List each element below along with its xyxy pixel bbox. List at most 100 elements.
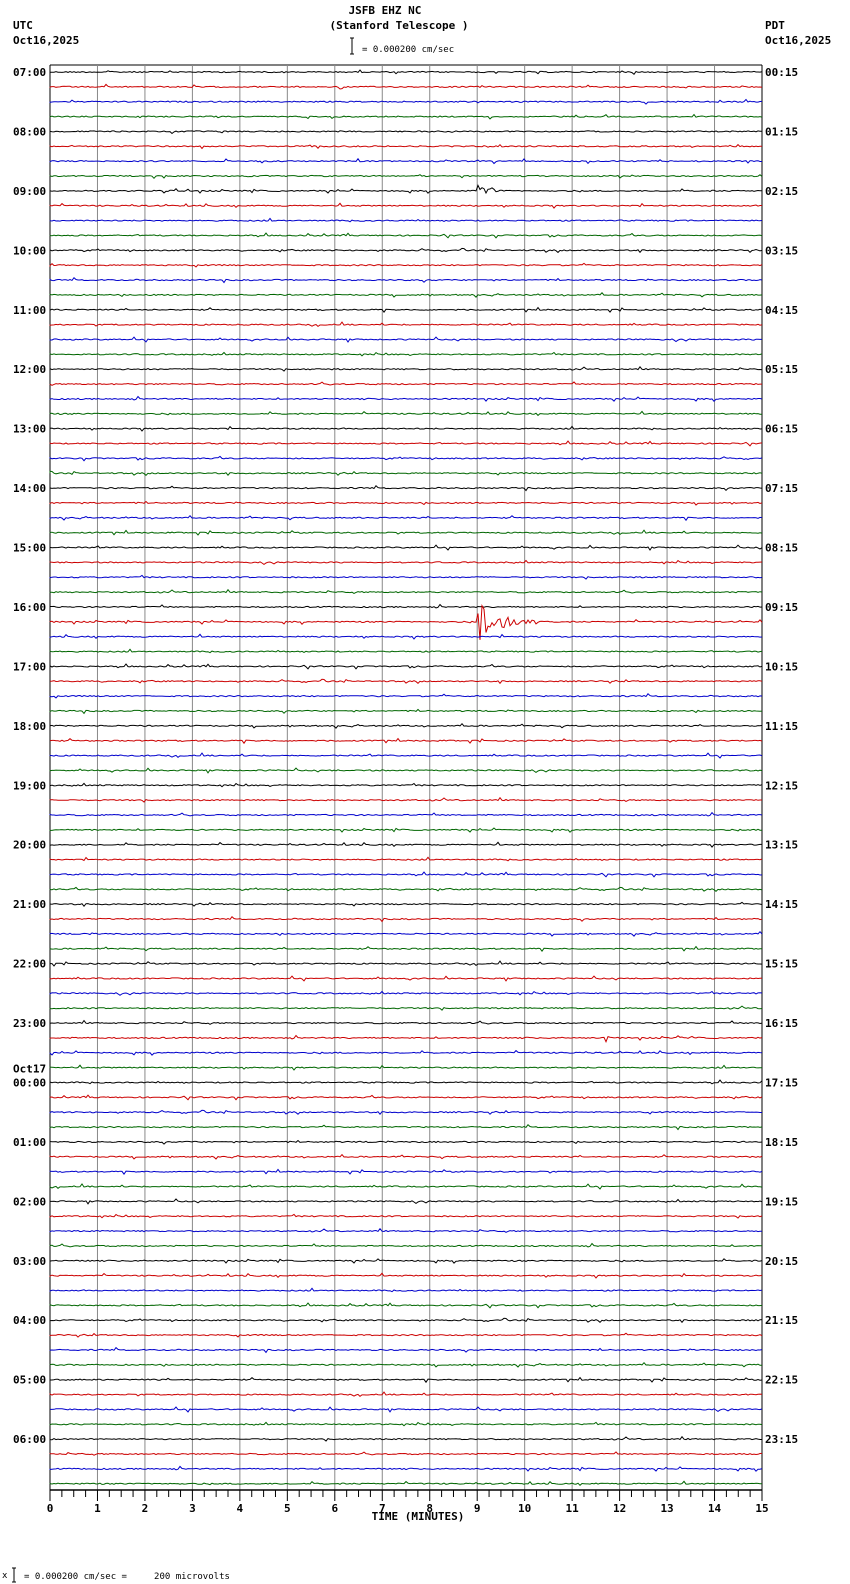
seismic-trace	[49, 1272, 763, 1279]
scale-bar-icon	[350, 37, 354, 55]
seismic-trace	[49, 500, 763, 506]
seismic-trace	[49, 262, 763, 268]
x-tick-label: 3	[189, 1502, 196, 1515]
seismic-trace	[49, 663, 763, 670]
x-tick-label: 15	[755, 1502, 768, 1515]
utc-hour-label: 21:00	[13, 898, 46, 911]
x-tick-label: 12	[613, 1502, 626, 1515]
pdt-hour-label: 16:15	[765, 1017, 798, 1030]
seismic-trace	[49, 184, 763, 195]
seismic-trace	[49, 113, 763, 120]
seismic-trace	[50, 1406, 763, 1413]
utc-hour-label: 16:00	[13, 601, 46, 614]
pdt-hour-label: 18:15	[765, 1136, 798, 1149]
x-tick-label: 0	[47, 1502, 54, 1515]
pdt-hour-label: 19:15	[765, 1195, 798, 1208]
utc-hour-label: 17:00	[13, 660, 46, 673]
seismic-trace	[50, 1198, 763, 1205]
x-tick-label: 13	[660, 1502, 673, 1515]
seismic-trace	[49, 1123, 763, 1131]
footer-scale-bar-icon	[12, 1567, 16, 1583]
utc-hour-label: 11:00	[13, 304, 46, 317]
seismic-trace	[49, 856, 763, 862]
seismic-trace	[49, 544, 763, 551]
seismic-trace	[49, 247, 763, 254]
x-tick-label: 10	[518, 1502, 531, 1515]
seismic-trace	[49, 529, 763, 536]
seismic-trace	[49, 130, 762, 135]
seismic-trace	[49, 1435, 762, 1442]
pdt-hour-label: 03:15	[765, 244, 798, 257]
seismic-trace	[49, 1242, 763, 1248]
seismic-trace	[49, 1376, 763, 1384]
x-tick-label: 11	[566, 1502, 580, 1515]
x-tick-label: 1	[94, 1502, 101, 1515]
seismic-trace	[49, 365, 763, 372]
seismic-trace	[49, 841, 762, 848]
x-axis-label: TIME (MINUTES)	[372, 1510, 465, 1523]
pdt-hour-label: 06:15	[765, 423, 798, 436]
seismic-trace	[49, 693, 763, 699]
seismic-trace	[49, 1287, 763, 1293]
seismic-trace	[49, 1079, 763, 1085]
x-tick-label: 4	[237, 1502, 244, 1515]
utc-hour-label: 05:00	[13, 1374, 46, 1387]
seismic-trace	[49, 1391, 763, 1397]
seismic-trace	[49, 975, 763, 982]
seismic-trace	[49, 143, 763, 150]
seismic-trace	[49, 678, 763, 685]
seismic-trace	[49, 292, 763, 298]
seismic-trace	[49, 202, 762, 209]
seismic-trace	[49, 1183, 763, 1190]
seismic-trace	[49, 1049, 763, 1056]
seismic-trace	[49, 1317, 763, 1324]
seismic-trace	[49, 514, 763, 522]
seismic-trace	[49, 827, 763, 833]
x-tick-label: 6	[331, 1502, 338, 1515]
helicorder-plot: JSFB EHZ NC (Stanford Telescope ) UTC Oc…	[2, 4, 831, 1583]
seismic-trace	[49, 410, 763, 417]
left-timezone: UTC	[13, 19, 33, 32]
utc-hour-label: 14:00	[13, 482, 46, 495]
seismic-trace	[49, 470, 763, 476]
seismic-trace	[50, 960, 763, 967]
utc-hour-label: 18:00	[13, 720, 46, 733]
seismic-trace	[49, 767, 763, 774]
utc-hour-label: 06:00	[13, 1433, 46, 1446]
pdt-hour-label: 00:15	[765, 66, 798, 79]
seismic-trace	[49, 633, 763, 640]
utc-hour-label: 20:00	[13, 839, 46, 852]
seismic-trace	[49, 276, 763, 284]
pdt-hour-label: 07:15	[765, 482, 798, 495]
seismic-trace	[49, 395, 763, 403]
date-change-label: Oct17	[13, 1062, 46, 1075]
pdt-hour-label: 04:15	[765, 304, 798, 317]
seismic-trace	[49, 1451, 763, 1456]
utc-hour-label: 12:00	[13, 363, 46, 376]
seismic-trace	[49, 708, 763, 715]
utc-hour-label: 02:00	[13, 1195, 46, 1208]
utc-hour-label: 00:00	[13, 1076, 46, 1089]
pdt-hour-label: 11:15	[765, 720, 798, 733]
seismic-trace	[49, 1034, 763, 1043]
x-tick-label: 14	[708, 1502, 722, 1515]
seismic-trace	[49, 945, 763, 953]
pdt-hour-label: 20:15	[765, 1255, 798, 1268]
seismic-trace	[49, 1213, 763, 1219]
seismic-trace	[49, 351, 763, 357]
seismic-trace	[49, 336, 762, 343]
utc-hour-label: 01:00	[13, 1136, 46, 1149]
x-tick-label: 2	[142, 1502, 149, 1515]
seismic-trace	[49, 157, 762, 165]
seismic-trace	[49, 69, 763, 76]
seismic-trace	[49, 1465, 763, 1472]
utc-hour-label: 23:00	[13, 1017, 46, 1030]
utc-hour-label: 04:00	[13, 1314, 46, 1327]
scale-label: = 0.000200 cm/sec	[362, 45, 454, 55]
seismic-trace	[49, 440, 763, 447]
pdt-hour-label: 09:15	[765, 601, 798, 614]
seismic-trace	[49, 871, 763, 878]
seismic-trace	[49, 232, 763, 239]
seismic-trace	[49, 1005, 763, 1011]
pdt-hour-label: 01:15	[765, 125, 798, 138]
